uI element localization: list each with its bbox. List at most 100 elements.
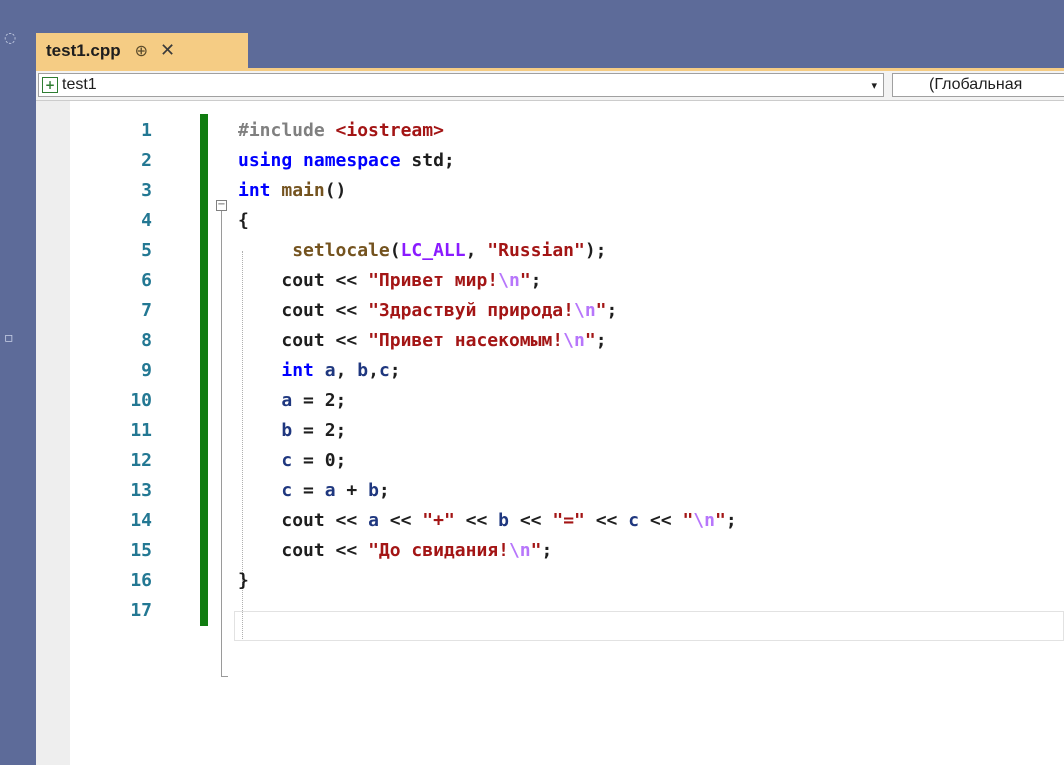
code-line[interactable]: cout << "До свидания!\n"; bbox=[238, 536, 552, 566]
left-tool-strip: ◌ ▫ bbox=[0, 0, 36, 765]
line-number: 11 bbox=[130, 420, 152, 441]
code-token: b bbox=[281, 420, 293, 441]
code-token: setlocale bbox=[292, 240, 390, 261]
code-token: " bbox=[682, 510, 694, 531]
code-token: { bbox=[238, 210, 249, 231]
tool-window-icon[interactable]: ▫ bbox=[4, 330, 14, 346]
code-line[interactable]: a = 2; bbox=[238, 386, 346, 416]
code-token: cout bbox=[281, 300, 325, 321]
code-token: c bbox=[378, 360, 390, 381]
tab-title: test1.cpp bbox=[46, 40, 121, 60]
code-token: "Привет мир! bbox=[368, 270, 499, 291]
code-line[interactable]: int main() bbox=[238, 176, 346, 206]
line-number: 10 bbox=[130, 390, 152, 411]
code-token: , bbox=[465, 240, 488, 261]
code-token: << bbox=[324, 330, 369, 351]
close-icon[interactable]: ✕ bbox=[160, 40, 175, 61]
code-token: " bbox=[519, 270, 531, 291]
fold-guide-line bbox=[221, 211, 222, 676]
code-token: c bbox=[281, 450, 293, 471]
fold-guide-end bbox=[221, 676, 228, 677]
code-token: " bbox=[584, 330, 596, 351]
code-token: << bbox=[454, 510, 499, 531]
line-number: 17 bbox=[130, 600, 152, 621]
code-token: \n bbox=[573, 300, 596, 321]
code-token: "Russian" bbox=[487, 240, 585, 261]
project-icon: + bbox=[42, 77, 58, 93]
code-line[interactable]: cout << "Привет насекомым!\n"; bbox=[238, 326, 606, 356]
code-token: " bbox=[714, 510, 726, 531]
scope-dropdown[interactable]: (Глобальная bbox=[892, 73, 1064, 97]
code-line[interactable]: int a, b,c; bbox=[238, 356, 401, 386]
line-number: 12 bbox=[130, 450, 152, 471]
pin-icon[interactable]: ⊕ bbox=[135, 41, 148, 60]
code-line[interactable]: setlocale(LC_ALL, "Russian"); bbox=[238, 236, 607, 266]
code-token: c bbox=[628, 510, 640, 531]
code-token: a bbox=[281, 390, 293, 411]
code-line[interactable]: cout << a << "+" << b << "=" << c << "\n… bbox=[238, 506, 736, 536]
code-token: cout bbox=[281, 540, 325, 561]
code-line[interactable]: { bbox=[238, 206, 249, 236]
chevron-down-icon[interactable]: ▾ bbox=[871, 79, 877, 92]
collapse-icon[interactable]: − bbox=[216, 200, 227, 211]
code-line[interactable]: c = a + b; bbox=[238, 476, 390, 506]
code-token: " bbox=[530, 540, 542, 561]
tab-test1-cpp[interactable]: test1.cpp ⊕ ✕ bbox=[36, 33, 248, 68]
code-token: int bbox=[238, 180, 271, 201]
line-number: 2 bbox=[141, 150, 152, 171]
code-line[interactable]: using namespace std; bbox=[238, 146, 455, 176]
code-editor[interactable]: 1 2 3 4 5 6 7 8 9 10 11 12 13 14 15 16 17 − #include <io… bbox=[36, 101, 1064, 765]
code-token: ; bbox=[378, 480, 390, 501]
line-number: 8 bbox=[141, 330, 152, 351]
code-token: ; bbox=[606, 300, 618, 321]
scope-label: (Глобальная bbox=[929, 76, 1023, 93]
selection-margin[interactable] bbox=[36, 101, 70, 765]
code-token: a bbox=[368, 510, 379, 531]
code-token: ; bbox=[541, 540, 553, 561]
project-dropdown[interactable]: + test1 ▾ bbox=[38, 73, 884, 97]
line-number: 1 bbox=[141, 120, 152, 141]
code-token: ; bbox=[389, 360, 401, 381]
line-number: 5 bbox=[141, 240, 152, 261]
code-line[interactable]: c = 0; bbox=[238, 446, 346, 476]
code-token: ); bbox=[584, 240, 607, 261]
code-token: << bbox=[584, 510, 629, 531]
code-line[interactable]: } bbox=[238, 566, 249, 596]
line-number: 3 bbox=[141, 180, 152, 201]
code-token: + bbox=[335, 480, 369, 501]
code-token: , bbox=[335, 360, 358, 381]
code-token: () bbox=[324, 180, 347, 201]
document-tab-bar: test1.cpp ⊕ ✕ bbox=[36, 30, 1064, 68]
code-token: b bbox=[357, 360, 369, 381]
code-token: \n bbox=[498, 270, 520, 291]
code-line[interactable]: cout << "Привет мир!\n"; bbox=[238, 266, 541, 296]
code-token: << bbox=[509, 510, 553, 531]
code-token: << bbox=[378, 510, 423, 531]
code-token: LC_ALL bbox=[400, 240, 466, 261]
code-token: << bbox=[324, 510, 369, 531]
line-number: 4 bbox=[141, 210, 152, 231]
code-line[interactable]: b = 2; bbox=[238, 416, 346, 446]
code-token: "До свидания! bbox=[368, 540, 509, 561]
navigation-bar: + test1 ▾ (Глобальная bbox=[36, 71, 1064, 101]
code-token: std; bbox=[400, 150, 455, 171]
code-token: " bbox=[595, 300, 607, 321]
tool-window-icon[interactable]: ◌ bbox=[4, 30, 16, 46]
code-line[interactable]: cout << "Здраствуй природа!\n"; bbox=[238, 296, 617, 326]
code-token: <iostream> bbox=[335, 120, 444, 141]
code-token: b bbox=[368, 480, 379, 501]
change-tracking-bar bbox=[200, 114, 208, 626]
line-number: 16 bbox=[130, 570, 152, 591]
code-line[interactable]: #include <iostream> bbox=[238, 116, 444, 146]
